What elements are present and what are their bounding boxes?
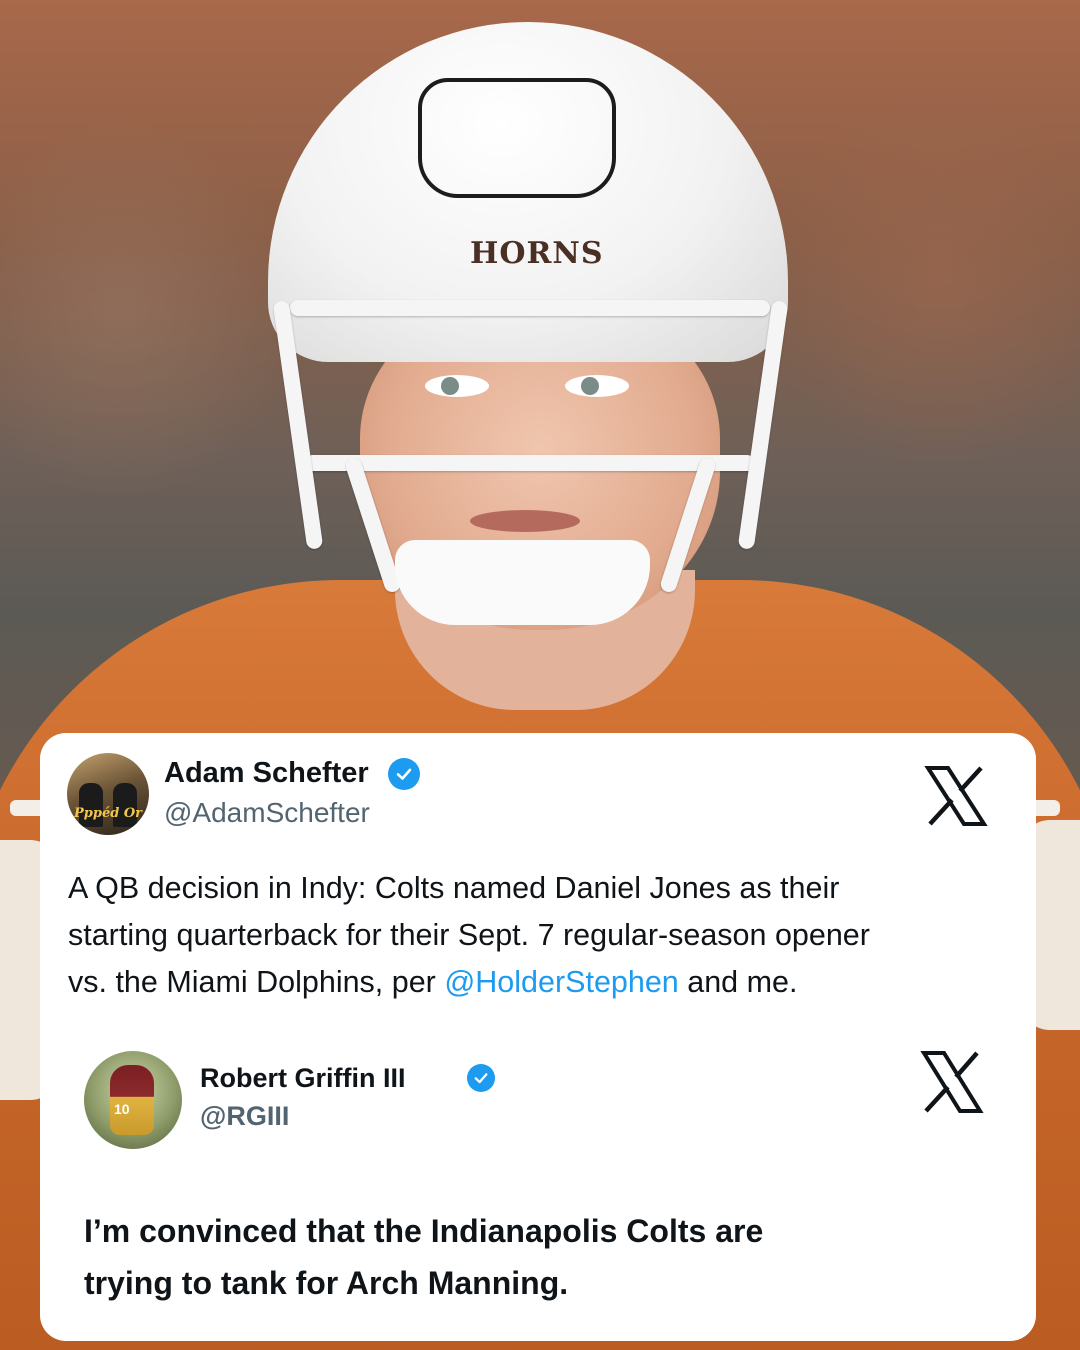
tweet-2-author-handle[interactable]: @RGIII [200,1101,289,1132]
tweet-1-text: A QB decision in Indy: Colts named Danie… [68,865,1028,1006]
tweet-2-line-2: trying to tank for Arch Manning. [84,1265,569,1301]
tweet-2-line-1: I’m convinced that the Indianapolis Colt… [84,1213,764,1249]
helmet-text: HORNS [470,236,604,271]
background-blur-right [760,90,1080,470]
tweet-1-author-handle[interactable]: @AdamSchefter [164,797,370,829]
tweet-1-line-2: starting quarterback for their Sept. 7 r… [68,918,870,952]
tweet-1-tail: and me. [678,965,798,999]
player-eye-right [565,375,629,397]
tweet-2-author-name[interactable]: Robert Griffin III [200,1063,406,1094]
tweet-1-author-name[interactable]: Adam Schefter [164,757,369,790]
x-logo-icon[interactable] [920,1050,984,1114]
avatar-jersey-number: 10 [114,1101,130,1117]
verified-badge-icon [388,758,420,790]
avatar-caption: Pppéd Or [73,806,142,821]
mention-link[interactable]: @HolderStephen [444,965,678,999]
avatar-robert-griffin-iii[interactable]: 10 [84,1051,182,1149]
player-eye-left [425,375,489,397]
facemask-bar-top [290,300,770,316]
facemask-bar-middle [305,455,755,471]
tweet-1-line-1: A QB decision in Indy: Colts named Danie… [68,871,840,905]
background-blur-left [0,120,300,500]
verified-badge-icon [467,1064,495,1092]
avatar-player-figure [110,1065,154,1135]
tweet-2-text: I’m convinced that the Indianapolis Colt… [84,1205,1014,1309]
x-logo-icon[interactable] [924,765,988,827]
player-mouth [470,510,580,532]
tweet-card: Pppéd Or Adam Schefter @AdamSchefter A Q… [40,733,1036,1341]
helmet-chinstrap [395,540,650,625]
helmet-visor [418,78,616,198]
avatar-adam-schefter[interactable]: Pppéd Or [67,753,149,835]
tweet-1-line-3: vs. the Miami Dolphins, per [68,965,445,999]
